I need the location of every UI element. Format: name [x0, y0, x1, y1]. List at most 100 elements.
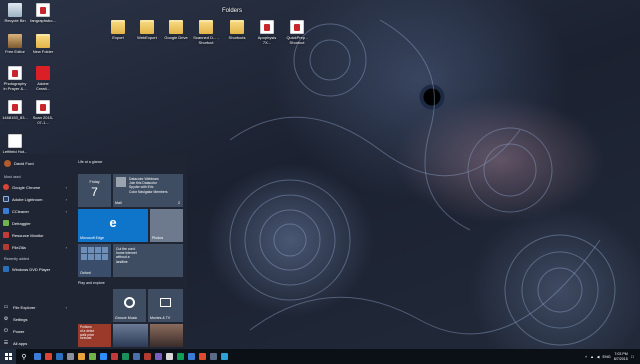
- desktop-icon-recycle-bin[interactable]: Recycle Bin: [2, 3, 28, 23]
- filezilla-icon: [3, 244, 9, 250]
- clock[interactable]: 7:03 PM 8/7/2015: [614, 352, 628, 361]
- tile-movies-tv[interactable]: Movies & TV: [148, 289, 183, 322]
- app-resource-monitor[interactable]: Resource Monitor: [3, 230, 67, 240]
- taskbar: ⚲ ˄ ▲ ◀ ENG 7:03 PM 8/7/2015 ☐: [0, 349, 640, 364]
- disc-icon: [124, 297, 135, 308]
- taskbar-app-button[interactable]: [164, 349, 175, 364]
- mail-count-badge: 2: [178, 201, 180, 205]
- app-defraggler[interactable]: Defraggler: [3, 218, 67, 228]
- file-explorer-button[interactable]: ▭ File Explorer ›: [3, 302, 67, 312]
- chevron-right-icon[interactable]: ›: [66, 209, 67, 214]
- tile-photo-feed[interactable]: [113, 324, 148, 347]
- desktop-icon-new-folder[interactable]: New Folder: [30, 34, 56, 54]
- pdf-icon: [36, 100, 50, 114]
- desktop-icon-webexport[interactable]: WebExport: [134, 20, 160, 40]
- tile-photos[interactable]: Photos: [150, 209, 183, 242]
- start-menu-app-list: David Ford Most used Google Chrome › Ado…: [0, 154, 70, 349]
- taskbar-app-button[interactable]: [32, 349, 43, 364]
- up-arrow-icon[interactable]: ˄: [585, 355, 587, 359]
- tile-groove-music[interactable]: Groove Music: [113, 289, 146, 322]
- desktop-icon-shortcuts[interactable]: Shortcuts: [224, 20, 250, 40]
- taskbar-app-button[interactable]: [98, 349, 109, 364]
- desktop-icon-document[interactable]: Leftfield Hot...: [2, 134, 28, 154]
- tile-news[interactable]: Cut the cord: home internet without a la…: [113, 244, 183, 277]
- tile-photo-feed[interactable]: [150, 324, 183, 347]
- pinned-apps: [32, 349, 230, 364]
- app-windows-dvd-player[interactable]: Windows DVD Player: [3, 264, 67, 274]
- all-apps-button[interactable]: ☰ All apps: [3, 338, 67, 348]
- app-google-chrome[interactable]: Google Chrome ›: [3, 182, 67, 192]
- app-icon: [56, 353, 63, 360]
- volume-icon[interactable]: ◀: [597, 355, 600, 359]
- folder-icon: [199, 20, 213, 34]
- desktop-icon-export[interactable]: Export: [105, 20, 131, 40]
- taskbar-app-button[interactable]: [109, 349, 120, 364]
- search-button[interactable]: ⚲: [16, 349, 32, 364]
- network-icon[interactable]: ▲: [590, 355, 594, 359]
- desktop-icon-adobe-creative-cloud[interactable]: Adobe Creati...: [30, 66, 56, 91]
- taskbar-app-button[interactable]: [208, 349, 219, 364]
- app-icon: [34, 353, 41, 360]
- taskbar-app-button[interactable]: [219, 349, 230, 364]
- taskbar-app-button[interactable]: [87, 349, 98, 364]
- pdf-icon: [8, 100, 22, 114]
- recycle-bin-icon: [8, 3, 22, 17]
- desktop-icon-google-drive[interactable]: Google Drive: [163, 20, 189, 40]
- tile-weather[interactable]: Oxford: [78, 244, 111, 277]
- taskbar-app-button[interactable]: [54, 349, 65, 364]
- pdf-icon: [290, 20, 304, 34]
- taskbar-app-button[interactable]: [153, 349, 164, 364]
- settings-button[interactable]: ⚙ Settings: [3, 314, 67, 324]
- desktop-icon-free-editor[interactable]: Free Editor: [2, 34, 28, 54]
- app-filezilla[interactable]: FileZilla ›: [3, 242, 67, 252]
- app-adobe-lightroom[interactable]: Adobe Lightroom ›: [3, 194, 67, 204]
- folders-label: Folders: [222, 8, 243, 14]
- taskbar-app-button[interactable]: [76, 349, 87, 364]
- power-button[interactable]: ⏻ Power: [3, 326, 67, 336]
- taskbar-app-button[interactable]: [131, 349, 142, 364]
- app-icon: [89, 353, 96, 360]
- document-icon: [8, 134, 22, 148]
- search-icon: ⚲: [21, 353, 27, 361]
- app-icon: [199, 353, 206, 360]
- desktop-icon-pdf[interactable]: 1468153_83...: [2, 100, 28, 120]
- chevron-right-icon[interactable]: ›: [66, 305, 67, 310]
- user-account[interactable]: David Ford: [4, 160, 34, 167]
- app-icon: [177, 353, 184, 360]
- desktop-icon-pdf[interactable]: Photography in Prayer &...: [2, 66, 28, 91]
- avatar: [4, 160, 11, 167]
- chevron-right-icon[interactable]: ›: [66, 185, 67, 190]
- app-icon: [221, 353, 228, 360]
- desktop-icon-quickprep[interactable]: QuickPrep - Shortcut: [284, 20, 310, 45]
- desktop-icon-apophysis[interactable]: Apophysis 7X...: [254, 20, 280, 45]
- tile-calendar[interactable]: Friday 7: [78, 174, 111, 207]
- taskbar-app-button[interactable]: [197, 349, 208, 364]
- life-group-label: Life at a glance: [78, 160, 103, 164]
- pdf-icon: [36, 3, 50, 17]
- app-ccleaner[interactable]: CCleaner ›: [3, 206, 67, 216]
- tile-microsoft-edge[interactable]: e Microsoft Edge: [78, 209, 148, 242]
- taskbar-app-button[interactable]: [175, 349, 186, 364]
- tile-mail[interactable]: Datacolor Webinars Join this Datacolor S…: [113, 174, 183, 207]
- app-icon: [155, 353, 162, 360]
- taskbar-app-button[interactable]: [186, 349, 197, 364]
- language-indicator[interactable]: ENG: [603, 355, 611, 359]
- taskbar-app-button[interactable]: [43, 349, 54, 364]
- desktop-icon-pdf[interactable]: fangraphsbo...: [30, 3, 56, 23]
- lightroom-icon: [3, 196, 9, 202]
- contact-photo-icon: [116, 177, 126, 187]
- notifications-icon[interactable]: ☐: [631, 355, 634, 359]
- desktop-icon-scan[interactable]: Scan 2015-07-1...: [30, 100, 56, 125]
- list-icon: ☰: [3, 340, 9, 346]
- taskbar-app-button[interactable]: [65, 349, 76, 364]
- chevron-right-icon[interactable]: ›: [66, 245, 67, 250]
- desktop-icon-scanned-docs[interactable]: Scanned D... - Shortcut: [193, 20, 219, 45]
- start-button[interactable]: [0, 349, 16, 364]
- start-menu: David Ford Most used Google Chrome › Ado…: [0, 154, 187, 349]
- chevron-right-icon[interactable]: ›: [66, 197, 67, 202]
- app-icon: [133, 353, 140, 360]
- tile-news-headline[interactable]: Portions of a debut walk price forecast: [78, 324, 111, 347]
- taskbar-app-button[interactable]: [142, 349, 153, 364]
- taskbar-app-button[interactable]: [120, 349, 131, 364]
- creative-cloud-icon: [36, 66, 50, 80]
